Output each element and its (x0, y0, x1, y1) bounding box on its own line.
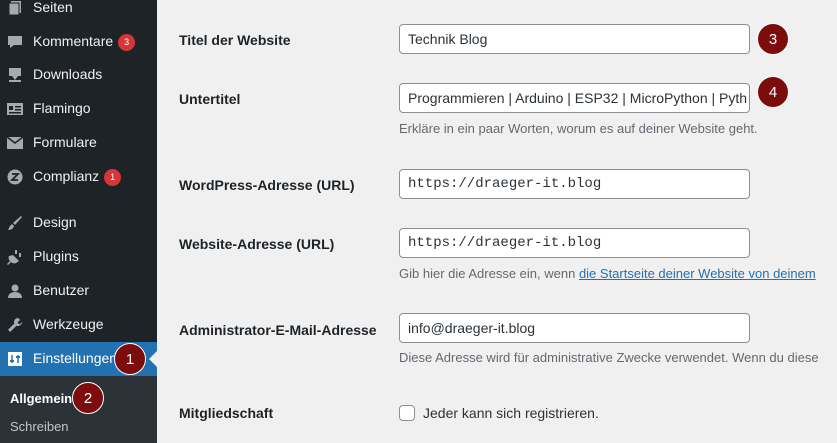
comments-count-badge: 3 (118, 34, 136, 51)
membership-label: Mitgliedschaft (179, 405, 274, 421)
site-title-label: Titel der Website (179, 32, 291, 48)
site-url-description: Gib hier die Adresse ein, wenn die Start… (399, 266, 816, 281)
sidebar-item-label: Design (33, 214, 77, 230)
membership-checkbox-label[interactable]: Jeder kann sich registrieren. (423, 405, 599, 421)
sidebar-item-label: Benutzer (33, 282, 90, 298)
submenu-item-allgemein[interactable]: Allgemein (10, 391, 72, 406)
step-marker-1: 1 (114, 343, 146, 375)
site-url-label: Website-Adresse (URL) (179, 236, 335, 252)
step-marker-4: 4 (757, 76, 789, 108)
pages-icon (6, 0, 24, 17)
settings-icon (6, 350, 24, 368)
sidebar-item-label: Complianz (33, 168, 100, 184)
site-title-input[interactable]: Technik Blog (399, 24, 750, 54)
site-url-help-link[interactable]: die Startseite deiner Website von deinem (579, 266, 816, 281)
tagline-description: Erkläre in ein paar Worten, worum es auf… (399, 121, 758, 136)
complianz-count-badge: 1 (104, 169, 122, 186)
sidebar-item-design[interactable]: Design (0, 206, 157, 240)
sidebar-item-plugins[interactable]: Plugins (0, 240, 157, 274)
site-url-description-text: Gib hier die Adresse ein, wenn (399, 266, 579, 281)
complianz-icon (6, 168, 24, 186)
sidebar-item-label: Seiten (33, 0, 73, 15)
sidebar-item-downloads[interactable]: Downloads (0, 58, 157, 92)
sidebar-item-formulare[interactable]: Formulare (0, 126, 157, 160)
admin-email-description: Diese Adresse wird für administrative Zw… (399, 350, 819, 365)
sidebar-item-label: Formulare (33, 134, 97, 150)
wordpress-url-label: WordPress-Adresse (URL) (179, 177, 355, 193)
admin-email-input[interactable]: info@draeger-it.blog (399, 313, 750, 343)
active-indicator-arrow (149, 351, 157, 367)
sidebar-item-kommentare[interactable]: Kommentare 3 (0, 25, 157, 59)
admin-sidebar: Seiten Kommentare 3 Downloads Flamingo Fo… (0, 0, 157, 443)
comments-icon (6, 33, 24, 51)
download-icon (6, 66, 24, 84)
membership-checkbox[interactable] (399, 405, 415, 421)
sidebar-item-label: Kommentare (33, 33, 114, 49)
sidebar-item-seiten[interactable]: Seiten (0, 0, 157, 25)
step-marker-3: 3 (757, 23, 789, 55)
sidebar-item-label: Downloads (33, 66, 103, 82)
sidebar-item-flamingo[interactable]: Flamingo (0, 92, 157, 126)
brush-icon (6, 214, 24, 232)
wordpress-url-input[interactable]: https://draeger-it.blog (399, 169, 750, 199)
wrench-icon (6, 316, 24, 334)
site-url-input[interactable]: https://draeger-it.blog (399, 228, 750, 258)
plugin-icon (6, 248, 24, 266)
step-marker-2: 2 (72, 382, 104, 414)
sidebar-item-label: Flamingo (33, 100, 91, 116)
sidebar-item-label: Plugins (33, 248, 79, 264)
user-icon (6, 282, 24, 300)
sidebar-item-label: Werkzeuge (33, 316, 104, 332)
mail-icon (6, 134, 24, 152)
sidebar-item-benutzer[interactable]: Benutzer (0, 274, 157, 308)
tagline-input[interactable]: Programmieren | Arduino | ESP32 | MicroP… (399, 83, 750, 113)
submenu-item-schreiben[interactable]: Schreiben (10, 419, 69, 434)
admin-email-label: Administrator-E-Mail-Adresse (179, 322, 377, 338)
tagline-label: Untertitel (179, 91, 241, 107)
flamingo-icon (6, 100, 24, 118)
sidebar-item-werkzeuge[interactable]: Werkzeuge (0, 308, 157, 342)
sidebar-item-complianz[interactable]: Complianz 1 (0, 160, 157, 194)
general-settings-form: Titel der Website Technik Blog Untertite… (157, 0, 837, 443)
sidebar-item-label: Einstellungen (33, 350, 118, 366)
